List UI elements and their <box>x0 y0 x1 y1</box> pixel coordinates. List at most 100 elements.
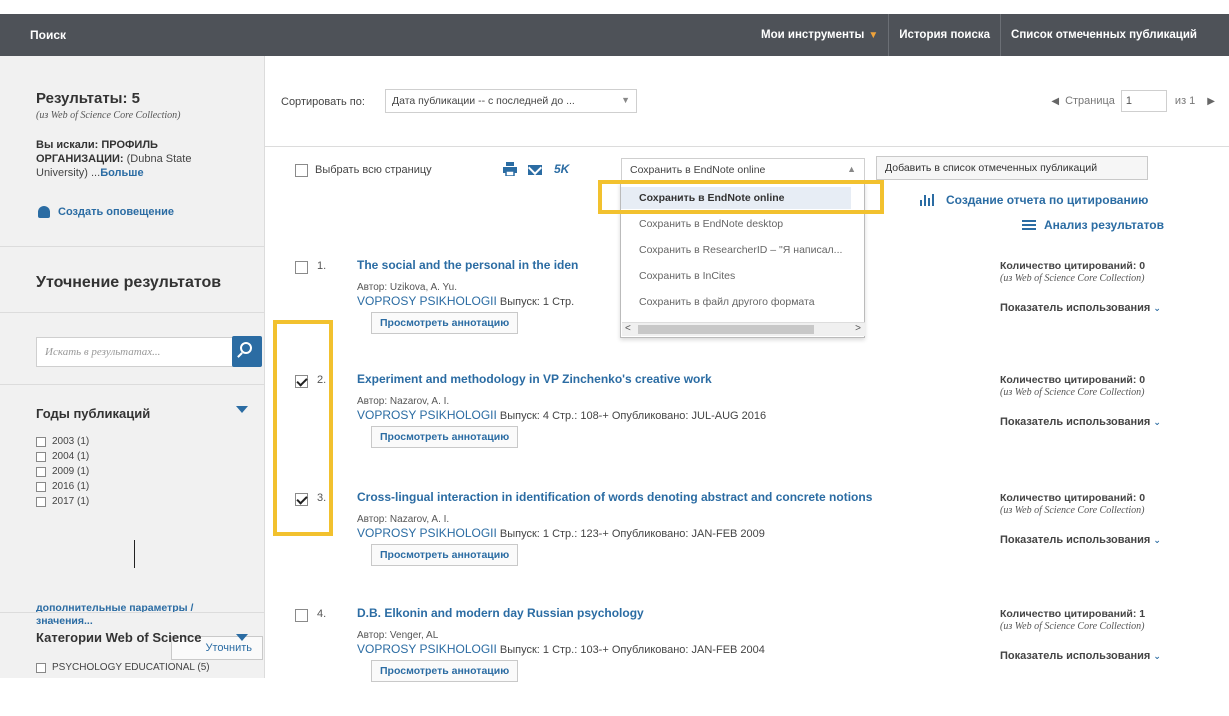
facet-item-label: 2016 (1) <box>52 481 90 492</box>
nav-search-history[interactable]: История поиска <box>888 14 1000 56</box>
save-option[interactable]: Сохранить в EndNote desktop <box>621 213 864 235</box>
result-title-link[interactable]: Experiment and methodology in VP Zinchen… <box>357 372 712 386</box>
highlight-box <box>273 320 333 536</box>
pagination: ◀ Страница 1 из 1 ▶ <box>1051 90 1215 112</box>
view-abstract-button[interactable]: Просмотреть аннотацию <box>371 660 519 682</box>
checkbox[interactable] <box>36 662 46 673</box>
citation-source: (из Web of Science Core Collection) <box>1000 273 1145 284</box>
journal-link[interactable]: VOPROSY PSIKHOLOGII <box>357 408 497 422</box>
citation-source: (из Web of Science Core Collection) <box>1000 621 1145 632</box>
journal-link[interactable]: VOPROSY PSIKHOLOGII <box>357 294 497 308</box>
add-to-marked-list-button[interactable]: Добавить в список отмеченных публикаций <box>876 156 1148 180</box>
page-input[interactable]: 1 <box>1120 90 1167 112</box>
sort-select-value: Дата публикации -- с последней до ... <box>392 95 575 107</box>
usage-count-toggle[interactable]: Показатель использования ⌄ <box>1000 302 1161 314</box>
facet-item-label: 2009 (1) <box>52 466 90 477</box>
analyze-results-label: Анализ результатов <box>1044 218 1164 232</box>
result-row: 3. Cross-lingual interaction in identifi… <box>265 488 1229 600</box>
page-total: из 1 <box>1174 95 1196 107</box>
facet-item-label: PSYCHOLOGY EDUCATIONAL (5) <box>52 662 210 673</box>
citation-count[interactable]: Количество цитирований: 1 <box>1000 608 1145 620</box>
usage-count-toggle[interactable]: Показатель использования ⌄ <box>1000 534 1161 546</box>
view-abstract-button[interactable]: Просмотреть аннотацию <box>371 544 519 566</box>
facet-item-label: 2017 (1) <box>52 496 90 507</box>
result-title-link[interactable]: D.B. Elkonin and modern day Russian psyc… <box>357 606 644 620</box>
facet-item[interactable]: 2009 (1) <box>36 464 89 479</box>
citation-report-label: Создание отчета по цитированию <box>946 193 1149 207</box>
citation-source: (из Web of Science Core Collection) <box>1000 387 1145 398</box>
facet-pub-years-heading[interactable]: Годы публикаций <box>36 406 150 421</box>
create-alert-link[interactable]: Создать оповещение <box>38 206 174 218</box>
search-within-button[interactable] <box>232 336 262 367</box>
usage-count-toggle[interactable]: Показатель использования ⌄ <box>1000 650 1161 662</box>
highlight-box <box>598 180 884 214</box>
usage-count-toggle[interactable]: Показатель использования ⌄ <box>1000 416 1161 428</box>
advanced-options-link[interactable]: дополнительные параметры / значения... <box>36 602 236 628</box>
facet-item[interactable]: 2016 (1) <box>36 479 89 494</box>
nav-marked-list[interactable]: Список отмеченных публикаций <box>1000 14 1207 56</box>
nav-search-link[interactable]: Поиск <box>30 28 66 42</box>
divider <box>0 312 265 313</box>
result-row: 1. The social and the personal in the id… <box>265 256 1229 368</box>
result-details: Выпуск: 1 Стр.: 103-+ Опубликовано: JAN-… <box>499 644 765 656</box>
journal-link[interactable]: VOPROSY PSIKHOLOGII <box>357 642 497 656</box>
facet-item[interactable]: 2004 (1) <box>36 449 89 464</box>
checkbox[interactable] <box>36 436 46 447</box>
divider <box>0 246 265 247</box>
chevron-down-icon[interactable] <box>236 406 248 413</box>
facet-categories-heading[interactable]: Категории Web of Science <box>36 630 201 645</box>
search-icon-handle <box>237 352 243 358</box>
email-icon[interactable] <box>528 165 542 175</box>
save-to-select[interactable]: Сохранить в EndNote online ▲ <box>621 158 865 182</box>
result-author: Автор: Uzikova, A. Yu. <box>357 282 457 293</box>
facet-item[interactable]: 2017 (1) <box>36 494 89 509</box>
top-spacer <box>0 0 1229 14</box>
result-details: Выпуск: 1 Стр.: 123-+ Опубликовано: JAN-… <box>499 528 765 540</box>
citation-count[interactable]: Количество цитирований: 0 <box>1000 492 1145 504</box>
citation-count[interactable]: Количество цитирований: 0 <box>1000 260 1145 272</box>
divider <box>265 146 1229 147</box>
journal-link[interactable]: VOPROSY PSIKHOLOGII <box>357 526 497 540</box>
checkbox[interactable] <box>36 466 46 477</box>
result-row: 4. D.B. Elkonin and modern day Russian p… <box>265 604 1229 716</box>
result-details: Выпуск: 1 Стр. <box>499 296 575 308</box>
view-abstract-button[interactable]: Просмотреть аннотацию <box>371 426 519 448</box>
result-checkbox[interactable] <box>295 261 308 274</box>
result-title-link[interactable]: Cross-lingual interaction in identificat… <box>357 490 872 504</box>
search-within-input[interactable]: Искать в результатах... <box>36 337 234 367</box>
count-label[interactable]: 5K <box>554 162 569 176</box>
searched-more-link[interactable]: Больше <box>100 167 143 179</box>
sort-label: Сортировать по: <box>281 96 365 108</box>
nav-my-tools[interactable]: Мои инструменты ▼ <box>751 14 888 56</box>
chevron-down-icon[interactable] <box>236 634 248 641</box>
facet-item[interactable]: 2003 (1) <box>36 434 89 449</box>
usage-label: Показатель использования <box>1000 416 1151 428</box>
checkbox[interactable] <box>36 451 46 462</box>
sort-select[interactable]: Дата публикации -- с последней до ... ▼ <box>385 89 637 113</box>
checkbox[interactable] <box>36 481 46 492</box>
chevron-up-down-icon: ▲ <box>847 164 856 174</box>
divider <box>0 612 265 613</box>
result-row: 2. Experiment and methodology in VP Zinc… <box>265 370 1229 482</box>
result-checkbox[interactable] <box>295 609 308 622</box>
view-abstract-button[interactable]: Просмотреть аннотацию <box>371 312 519 334</box>
facet-item[interactable]: PSYCHOLOGY EDUCATIONAL (5) <box>36 660 210 675</box>
results-heading: Результаты: 5 <box>36 90 140 107</box>
print-icon[interactable] <box>503 162 517 176</box>
text-cursor <box>134 540 135 568</box>
result-author: Автор: Nazarov, A. I. <box>357 396 450 407</box>
result-author: Автор: Venger, AL <box>357 630 439 641</box>
analyze-results-link[interactable]: Анализ результатов <box>1022 218 1164 232</box>
select-all-checkbox[interactable] <box>295 164 308 177</box>
result-title-link[interactable]: The social and the personal in the iden <box>357 258 578 272</box>
citation-count[interactable]: Количество цитирований: 0 <box>1000 374 1145 386</box>
prev-page-icon[interactable]: ◀ <box>1051 96 1059 107</box>
facet-item-label: 2004 (1) <box>52 451 90 462</box>
next-page-icon[interactable]: ▶ <box>1207 96 1215 107</box>
checkbox[interactable] <box>36 496 46 507</box>
chevron-down-icon: ▼ <box>621 95 630 105</box>
usage-label: Показатель использования <box>1000 534 1151 546</box>
top-nav-bar: Поиск Мои инструменты ▼ История поиска С… <box>0 14 1229 56</box>
facet-categories-list: PSYCHOLOGY EDUCATIONAL (5) <box>36 660 210 675</box>
citation-report-link[interactable]: Создание отчета по цитированию <box>920 193 1148 207</box>
